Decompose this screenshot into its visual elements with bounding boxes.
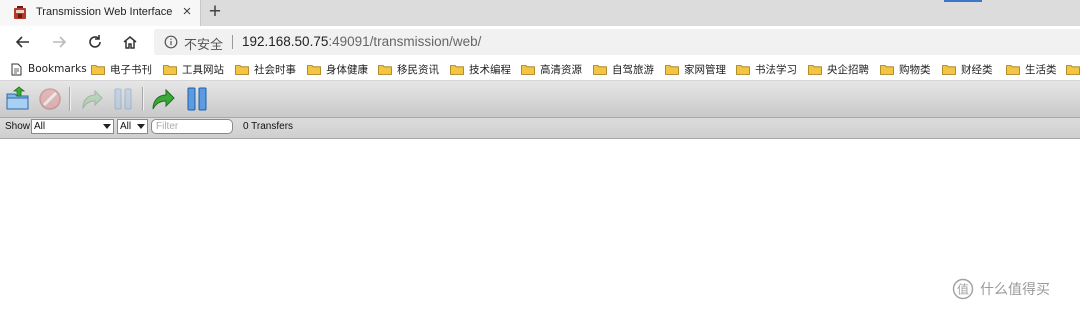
pause-all-icon[interactable] [184, 86, 210, 112]
browser-tab-active[interactable]: Transmission Web Interface × [0, 0, 201, 26]
folder-icon [521, 64, 535, 75]
bookmark-label: 工具网站 [182, 63, 224, 76]
bookmark-folder[interactable]: 自驾旅游 [593, 61, 654, 77]
folder-icon [808, 64, 822, 75]
bookmark-folder[interactable]: 家网管理 [665, 61, 726, 77]
bookmark-folder[interactable]: 央企招聘 [808, 61, 869, 77]
watermark-logo-icon: 值 [952, 278, 974, 300]
chevron-down-icon [137, 124, 145, 129]
folder-icon [665, 64, 679, 75]
tracker-filter-value: All [120, 121, 132, 132]
bookmark-label: 高清资源 [540, 63, 582, 76]
bookmark-folder[interactable]: 生活类 [1006, 61, 1057, 77]
folder-icon [1066, 64, 1080, 75]
back-arrow-icon[interactable] [13, 32, 33, 52]
bookmark-label: 自驾旅游 [612, 63, 654, 76]
bookmark-folder[interactable]: 身体健康 [307, 61, 368, 77]
new-tab-button[interactable]: + [206, 1, 224, 23]
folder-icon [593, 64, 607, 75]
address-separator [232, 35, 233, 49]
remove-torrent-icon[interactable] [37, 86, 63, 112]
bookmark-label: 家网管理 [684, 63, 726, 76]
bookmark-folder[interactable]: 移民资讯 [378, 61, 439, 77]
filter-bar: Show All All Filter 0 Transfers [0, 118, 1080, 139]
folder-icon [450, 64, 464, 75]
bookmark-folder[interactable]: 社会时事 [235, 61, 296, 77]
navigation-bar: 不安全 192.168.50.75:49091/transmission/web… [0, 26, 1080, 58]
bookmark-label: 身体健康 [326, 63, 368, 76]
resume-all-icon[interactable] [150, 86, 176, 112]
resume-torrent-icon[interactable] [78, 86, 104, 112]
url-path: :49091/transmission/web/ [328, 34, 482, 49]
bookmark-folder[interactable]: 工具网站 [163, 61, 224, 77]
chevron-down-icon [103, 124, 111, 129]
bookmark-overflow[interactable] [1066, 61, 1080, 77]
tab-strip: Transmission Web Interface × + [0, 0, 1080, 26]
folder-icon [235, 64, 249, 75]
pause-torrent-icon[interactable] [110, 86, 136, 112]
tabstrip-accent [944, 0, 982, 2]
bookmark-bookmarks[interactable]: Bookmarks [10, 61, 87, 77]
bookmark-folder[interactable]: 技术编程 [450, 61, 511, 77]
forward-arrow-icon[interactable] [49, 32, 69, 52]
bookmark-label: 购物类 [899, 63, 931, 76]
info-icon[interactable] [164, 35, 178, 49]
bookmark-label: 技术编程 [469, 63, 511, 76]
bookmark-folder[interactable]: 高清资源 [521, 61, 582, 77]
status-filter-select[interactable]: All [31, 119, 114, 134]
status-filter-value: All [34, 121, 46, 132]
bookmark-label: Bookmarks [28, 63, 87, 75]
folder-icon [880, 64, 894, 75]
folder-icon [163, 64, 177, 75]
folder-icon [91, 64, 105, 75]
url-host: 192.168.50.75 [242, 34, 329, 49]
tracker-filter-select[interactable]: All [117, 119, 148, 134]
bookmark-label: 移民资讯 [397, 63, 439, 76]
insecure-label: 不安全 [184, 38, 224, 53]
bookmark-label: 央企招聘 [827, 63, 869, 76]
reload-icon[interactable] [85, 32, 105, 52]
toolbar-separator [69, 87, 70, 111]
filter-input[interactable]: Filter [151, 119, 233, 134]
folder-icon [942, 64, 956, 75]
bookmark-label: 生活类 [1025, 63, 1057, 76]
bookmarks-icon [11, 63, 22, 75]
tab-close-button[interactable]: × [180, 4, 194, 20]
bookmark-label: 书法学习 [755, 63, 797, 76]
tab-title: Transmission Web Interface [36, 6, 173, 18]
transmission-favicon-icon [14, 6, 26, 19]
watermark-text: 什么值得买 [980, 282, 1050, 298]
address-bar[interactable]: 不安全 192.168.50.75:49091/transmission/web… [154, 29, 1080, 55]
open-torrent-icon[interactable] [5, 86, 31, 112]
folder-icon [378, 64, 392, 75]
show-label: Show [5, 121, 31, 132]
folder-icon [307, 64, 321, 75]
bookmark-folder[interactable]: 书法学习 [736, 61, 797, 77]
home-icon[interactable] [120, 32, 140, 52]
url-text[interactable]: 192.168.50.75:49091/transmission/web/ [242, 34, 481, 49]
folder-icon [1006, 64, 1020, 75]
bookmark-label: 财经类 [961, 63, 993, 76]
folder-icon [736, 64, 750, 75]
bookmark-label: 电子书刊 [110, 63, 152, 76]
bookmark-label: 社会时事 [254, 63, 296, 76]
svg-text:值: 值 [957, 282, 969, 297]
bookmark-folder[interactable]: 购物类 [880, 61, 931, 77]
bookmarks-bar: Bookmarks 电子书刊 工具网站 社会时事 身体健康 移民资讯 技术编程 … [0, 58, 1080, 81]
transfers-count: 0 Transfers [243, 121, 294, 132]
bookmark-folder[interactable]: 电子书刊 [91, 61, 152, 77]
bookmark-folder[interactable]: 财经类 [942, 61, 993, 77]
toolbar-separator [142, 87, 143, 111]
watermark: 值 什么值得买 [952, 278, 1050, 300]
transmission-toolbar [0, 81, 1080, 118]
